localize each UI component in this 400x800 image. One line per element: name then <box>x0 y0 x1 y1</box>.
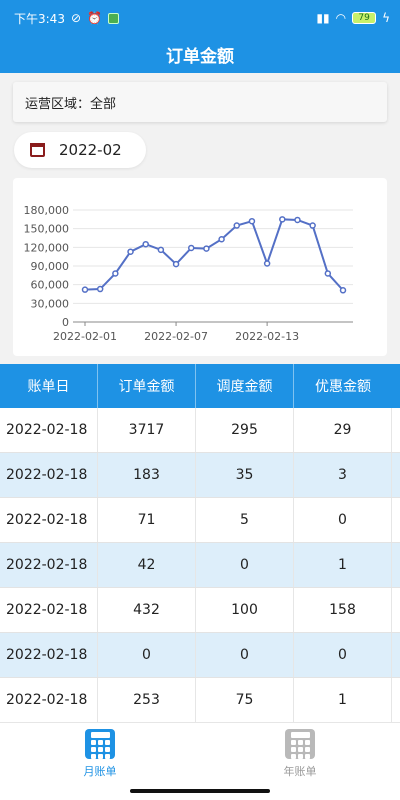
series-line <box>84 218 344 291</box>
cell-discount-amount: 0 <box>294 633 392 677</box>
cell-order-amount: 0 <box>98 633 196 677</box>
cell-order-amount: 71 <box>98 498 196 542</box>
y-tick-label: 90,000 <box>31 260 70 273</box>
table-row[interactable]: 2022-02-18 183 35 3 <box>0 453 400 498</box>
calculator-icon <box>285 729 315 759</box>
page-title: 订单金额 <box>166 47 234 67</box>
table-row[interactable]: 2022-02-18 71 5 0 <box>0 498 400 543</box>
region-filter-label: 运营区域：全部 <box>25 96 117 112</box>
tab-yearly-bill-label: 年账单 <box>283 765 317 778</box>
cell-dispatch-amount: 0 <box>196 633 294 677</box>
data-point <box>172 260 180 268</box>
data-point <box>263 260 271 267</box>
app-notification-icon <box>107 12 119 24</box>
cell-bill-date: 2022-02-18 <box>0 633 98 677</box>
y-tick-label: 0 <box>62 316 69 329</box>
x-tick-label: 2022-02-01 <box>53 330 117 343</box>
cell-bill-date: 2022-02-18 <box>0 678 98 722</box>
x-tick-label: 2022-02-13 <box>235 330 299 343</box>
data-point <box>218 235 225 243</box>
cell-bill-date: 2022-02-18 <box>0 453 98 497</box>
y-tick-label: 150,000 <box>24 223 70 236</box>
home-indicator <box>130 789 270 793</box>
header-order-amount: 订单金额 <box>98 364 196 408</box>
cell-discount-amount: 1 <box>294 543 392 587</box>
data-point <box>294 216 301 224</box>
cell-discount-amount: 3 <box>294 453 392 497</box>
data-point <box>324 270 332 277</box>
table-row[interactable]: 2022-02-18 253 75 1 <box>0 678 400 723</box>
data-point <box>157 246 165 254</box>
y-tick-label: 60,000 <box>31 279 70 292</box>
date-selector[interactable]: 2022-02 <box>14 132 146 168</box>
data-point <box>233 222 241 229</box>
cell-bill-date: 2022-02-18 <box>0 588 98 632</box>
status-time: 下午3:43 <box>14 11 65 26</box>
header-bill-date: 账单日 <box>0 364 98 408</box>
signal-icon: ▮▮ <box>316 11 330 25</box>
cell-dispatch-amount: 0 <box>196 543 294 587</box>
status-bar: 下午3:43 ⊘ ⏰ ▮▮ ◠ 79 ϟ <box>0 0 400 36</box>
cell-discount-amount: 158 <box>294 588 392 632</box>
date-selector-value: 2022-02 <box>59 141 122 159</box>
table-row[interactable]: 2022-02-18 432 100 158 <box>0 588 400 633</box>
alarm-icon: ⏰ <box>87 11 102 25</box>
header-discount-amount: 优惠金额 <box>315 379 371 395</box>
header-dispatch-amount: 调度金额 <box>196 364 294 408</box>
cell-order-amount: 253 <box>98 678 196 722</box>
data-point <box>187 244 195 252</box>
x-tick-label: 2022-02-07 <box>144 330 208 343</box>
y-tick-label: 180,000 <box>24 204 70 217</box>
y-tick-label: 30,000 <box>31 297 70 310</box>
cell-order-amount: 183 <box>98 453 196 497</box>
mute-icon: ⊘ <box>70 11 82 25</box>
calendar-icon <box>30 143 45 157</box>
table-row[interactable]: 2022-02-18 42 0 1 <box>0 543 400 588</box>
data-point <box>96 285 104 293</box>
app-header: 下午3:43 ⊘ ⏰ ▮▮ ◠ 79 ϟ 订单金额 <box>0 0 400 73</box>
tab-monthly-bill-label: 月账单 <box>83 765 117 778</box>
table-header: 账单日 订单金额 调度金额 优惠金额 <box>0 364 400 408</box>
table-row[interactable]: 2022-02-18 0 0 0 <box>0 633 400 678</box>
charging-icon: ϟ <box>382 11 390 25</box>
data-point <box>203 245 210 252</box>
cell-bill-date: 2022-02-18 <box>0 498 98 542</box>
data-point <box>309 222 316 229</box>
cell-bill-date: 2022-02-18 <box>0 408 98 452</box>
cell-dispatch-amount: 5 <box>196 498 294 542</box>
cell-dispatch-amount: 75 <box>196 678 294 722</box>
data-point <box>248 217 256 225</box>
cell-dispatch-amount: 35 <box>196 453 294 497</box>
table-body: 2022-02-18 3717 295 29 2022-02-18 183 35… <box>0 408 400 723</box>
cell-discount-amount: 1 <box>294 678 392 722</box>
cell-discount-amount: 0 <box>294 498 392 542</box>
cell-order-amount: 432 <box>98 588 196 632</box>
order-amount-line-chart: 0 30,000 60,000 90,000 120,000 150,000 180,000… <box>24 204 353 343</box>
y-tick-label: 120,000 <box>24 241 70 254</box>
cell-bill-date: 2022-02-18 <box>0 543 98 587</box>
calculator-icon <box>85 729 115 759</box>
data-point <box>279 216 286 223</box>
cell-dispatch-amount: 100 <box>196 588 294 632</box>
data-point <box>127 248 134 255</box>
table-row[interactable]: 2022-02-18 3717 295 29 <box>0 408 400 453</box>
data-point <box>81 286 89 293</box>
data-point <box>142 240 149 248</box>
data-point <box>112 270 119 277</box>
cell-order-amount: 42 <box>98 543 196 587</box>
line-chart-card: 0 30,000 60,000 90,000 120,000 150,000 180,000… <box>13 178 387 356</box>
cell-discount-amount: 29 <box>294 408 392 452</box>
cell-order-amount: 3717 <box>98 408 196 452</box>
battery-icon: 79 <box>352 12 377 24</box>
wifi-icon: ◠ <box>335 11 347 25</box>
data-point <box>339 287 347 294</box>
cell-dispatch-amount: 295 <box>196 408 294 452</box>
region-filter[interactable]: 运营区域：全部 <box>13 82 387 122</box>
